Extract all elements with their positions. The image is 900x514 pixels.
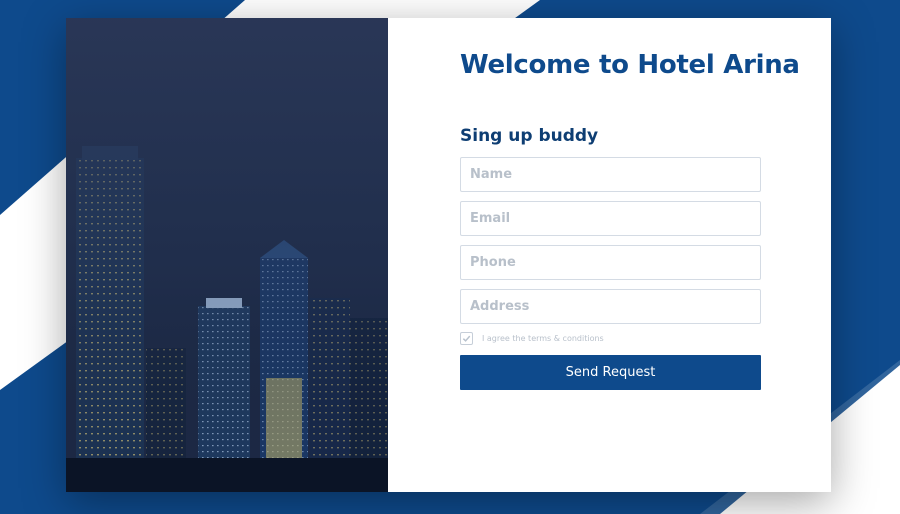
check-icon [462, 335, 471, 342]
phone-field[interactable] [460, 245, 761, 280]
send-request-button[interactable]: Send Request [460, 355, 761, 390]
form-subtitle: Sing up buddy [460, 126, 599, 146]
city-skyline-image [66, 18, 388, 492]
terms-label: I agree the terms & conditions [482, 334, 604, 343]
email-field[interactable] [460, 201, 761, 236]
page-title: Welcome to Hotel Arina [460, 50, 800, 80]
address-field[interactable] [460, 289, 761, 324]
name-field[interactable] [460, 157, 761, 192]
hero-image [66, 18, 388, 492]
terms-checkbox[interactable] [460, 332, 473, 345]
signup-card: Welcome to Hotel Arina Sing up buddy I a… [66, 18, 831, 492]
signup-form: Welcome to Hotel Arina Sing up buddy I a… [388, 18, 831, 492]
terms-agreement: I agree the terms & conditions [460, 332, 604, 345]
